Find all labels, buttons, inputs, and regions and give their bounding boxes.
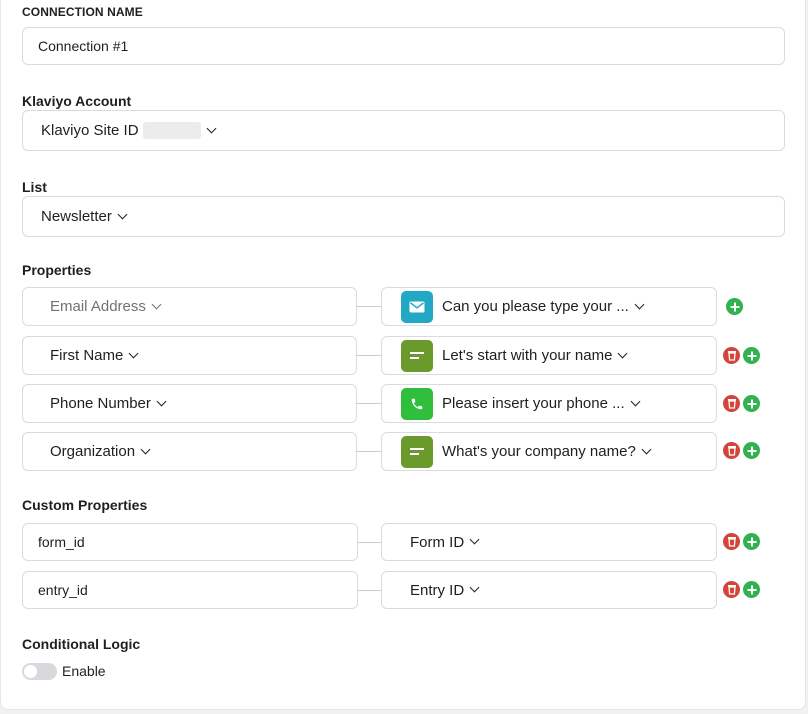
list-select[interactable]: Newsletter [22, 196, 785, 237]
conditional-logic-enable-label[interactable]: Enable [62, 663, 106, 679]
property-value-select[interactable]: Can you please type your ... [381, 287, 717, 326]
custom-property-value-text: Form ID [410, 533, 465, 551]
klaviyo-account-select[interactable]: Klaviyo Site ID [22, 110, 785, 151]
trash-icon [727, 585, 736, 595]
trash-icon [727, 399, 736, 409]
trash-icon [727, 351, 736, 361]
chevron-down-icon [151, 299, 162, 309]
connector-line [356, 403, 382, 404]
property-field-select[interactable]: Phone Number [22, 384, 357, 423]
custom-property-key-value: entry_id [38, 582, 88, 598]
property-field-value: Organization [50, 443, 136, 460]
trash-icon [727, 446, 736, 456]
connector-line [358, 542, 381, 543]
chevron-down-icon [469, 582, 480, 593]
add-custom-property-button[interactable] [743, 581, 760, 598]
add-custom-property-button[interactable] [743, 533, 760, 550]
chevron-down-icon [206, 123, 216, 133]
property-value-select[interactable]: Please insert your phone ... [381, 384, 717, 423]
custom-property-key-input[interactable]: form_id [22, 523, 358, 561]
add-property-button[interactable] [726, 298, 743, 315]
chevron-down-icon [634, 299, 645, 309]
connection-name-label: CONNECTION NAME [22, 5, 143, 19]
properties-label: Properties [22, 262, 92, 278]
email-icon [401, 290, 433, 323]
property-field-value: First Name [50, 347, 124, 364]
list-value: Newsletter [41, 208, 112, 225]
list-label: List [22, 179, 47, 195]
property-field-value: Phone Number [50, 395, 151, 412]
property-value-text: Let's start with your name [442, 347, 613, 364]
conditional-logic-toggle[interactable] [22, 663, 57, 680]
chevron-down-icon [140, 444, 151, 454]
connector-line [356, 306, 382, 307]
property-value-select[interactable]: Let's start with your name [381, 336, 717, 375]
add-property-button[interactable] [743, 347, 760, 364]
custom-property-key-input[interactable]: entry_id [22, 571, 358, 609]
chevron-down-icon [617, 348, 628, 358]
property-field-select[interactable]: First Name [22, 336, 357, 375]
chevron-down-icon [128, 348, 139, 358]
delete-custom-property-button[interactable] [723, 533, 740, 550]
property-field-select[interactable]: Email Address [22, 287, 357, 326]
chevron-down-icon [641, 444, 652, 454]
add-property-button[interactable] [743, 395, 760, 412]
custom-property-value-text: Entry ID [410, 581, 465, 599]
text-icon [401, 435, 433, 468]
connector-line [356, 451, 382, 452]
connector-line [356, 355, 382, 356]
delete-property-button[interactable] [723, 347, 740, 364]
add-property-button[interactable] [743, 442, 760, 459]
property-value-text: Can you please type your ... [442, 298, 629, 315]
custom-property-value-select[interactable]: Form ID [381, 523, 717, 561]
custom-properties-label: Custom Properties [22, 497, 148, 513]
property-field-select[interactable]: Organization [22, 432, 357, 471]
chevron-down-icon [117, 209, 128, 219]
custom-property-key-value: form_id [38, 534, 85, 550]
connection-name-input[interactable]: Connection #1 [22, 27, 785, 65]
conditional-logic-label: Conditional Logic [22, 636, 141, 652]
delete-property-button[interactable] [723, 442, 740, 459]
property-value-text: Please insert your phone ... [442, 395, 625, 412]
delete-property-button[interactable] [723, 395, 740, 412]
chevron-down-icon [630, 396, 641, 406]
phone-icon [401, 387, 433, 420]
chevron-down-icon [469, 534, 480, 545]
connection-name-value: Connection #1 [38, 38, 129, 54]
klaviyo-account-label: Klaviyo Account [22, 93, 132, 109]
chevron-down-icon [156, 396, 167, 406]
property-field-value: Email Address [50, 298, 146, 315]
trash-icon [727, 537, 736, 547]
klaviyo-account-value: Klaviyo Site ID [41, 122, 139, 139]
property-value-text: What's your company name? [442, 443, 636, 460]
text-icon [401, 339, 433, 372]
custom-property-value-select[interactable]: Entry ID [381, 571, 717, 609]
toggle-knob [24, 665, 37, 678]
delete-custom-property-button[interactable] [723, 581, 740, 598]
redacted-site-id [142, 122, 201, 139]
connector-line [358, 590, 381, 591]
property-value-select[interactable]: What's your company name? [381, 432, 717, 471]
